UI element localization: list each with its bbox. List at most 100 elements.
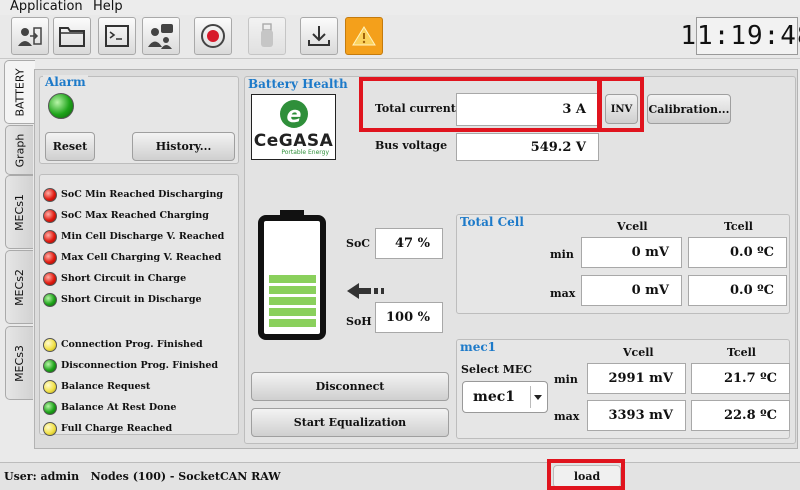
mec-min-vcell: 2991 mV	[587, 363, 686, 394]
alarm-item-label: Full Charge Reached	[61, 423, 173, 434]
total-cell-max-label: max	[550, 287, 576, 300]
folder-button[interactable]	[53, 17, 91, 55]
clock-display: 11:19:48	[680, 17, 800, 55]
status-bar: User: admin Nodes (100) - SocketCAN RAW …	[0, 462, 800, 490]
alarm-item-label: Connection Prog. Finished	[61, 339, 203, 350]
logo-text: CeGASA	[253, 131, 334, 151]
total-cell-min-vcell: 0 mV	[581, 237, 682, 268]
history-button[interactable]: History...	[132, 132, 235, 161]
tab-mecs2[interactable]: MECs2	[5, 250, 33, 324]
svg-text:e: e	[287, 103, 302, 128]
alarm-title: Alarm	[43, 75, 88, 89]
bus-voltage-value: 549.2 V	[456, 133, 599, 161]
select-mec-label: Select MEC	[461, 363, 533, 376]
total-cell-min-label: min	[550, 248, 574, 261]
total-cell-panel: Total Cell Vcell Tcell min 0 mV 0.0 ºC m…	[456, 214, 790, 314]
tab-mecs3[interactable]: MECs3	[5, 326, 33, 400]
alarm-panel: Alarm Reset History...	[39, 75, 239, 164]
reset-button[interactable]: Reset	[45, 132, 95, 161]
tab-mecs1-label: MECs1	[13, 193, 27, 231]
total-cell-max-tcell: 0.0 ºC	[688, 275, 787, 306]
chevron-down-icon	[534, 395, 542, 400]
discharge-arrow-icon	[347, 283, 384, 299]
alarm-item-label: Balance At Rest Done	[61, 402, 177, 413]
alarm-item-label: Disconnection Prog. Finished	[61, 360, 219, 371]
tab-mecs1[interactable]: MECs1	[5, 175, 33, 249]
calibration-button[interactable]: Calibration...	[647, 94, 731, 124]
battery-health-title: Battery Health	[248, 77, 348, 91]
alarm-led	[43, 209, 57, 223]
record-icon	[201, 24, 225, 48]
soh-value: 100 %	[375, 302, 443, 333]
mec-select-value: mec1	[473, 389, 515, 405]
alarm-item-label: Short Circuit in Charge	[61, 273, 187, 284]
total-cell-tcell-header: Tcell	[724, 220, 753, 233]
record-button[interactable]	[194, 17, 232, 55]
download-icon	[308, 26, 330, 46]
mec-panel: mec1 Vcell Tcell Select MEC mec1 min 299…	[456, 339, 790, 439]
warning-button[interactable]	[345, 17, 383, 55]
terminal-icon	[105, 25, 129, 47]
highlight-load-button	[547, 459, 625, 490]
tab-graph-label: Graph	[13, 133, 26, 167]
folder-icon	[59, 27, 85, 47]
tab-mecs2-label: MECs2	[13, 268, 27, 306]
mec-vcell-header: Vcell	[623, 346, 654, 359]
select-divider	[530, 386, 531, 408]
highlight-total-current	[359, 77, 602, 132]
soh-label: SoH	[346, 315, 372, 328]
alarm-item-label: Short Circuit in Discharge	[61, 294, 202, 305]
disconnect-button[interactable]: Disconnect	[251, 372, 449, 401]
usb-icon	[261, 23, 273, 47]
menu-bar: Application Help	[0, 0, 800, 15]
alarm-led	[43, 359, 57, 373]
mec-max-label: max	[554, 410, 580, 423]
alarm-item-label: Max Cell Charging V. Reached	[61, 252, 222, 263]
alarm-item-label: SoC Min Reached Discharging	[61, 189, 224, 200]
soc-value: 47 %	[375, 228, 443, 259]
logo-subtext: Portable Energy	[281, 149, 329, 156]
menu-application[interactable]: Application	[10, 0, 83, 14]
alarm-led	[43, 230, 57, 244]
terminal-button[interactable]	[98, 17, 136, 55]
status-text: User: admin Nodes (100) - SocketCAN RAW	[4, 470, 281, 483]
total-cell-max-vcell: 0 mV	[581, 275, 682, 306]
soc-label: SoC	[346, 237, 371, 250]
alarm-led	[43, 380, 57, 394]
tab-battery-label: BATTERY	[13, 67, 27, 117]
alarm-led	[43, 338, 57, 352]
battery-level-icon	[258, 210, 326, 340]
total-cell-vcell-header: Vcell	[617, 220, 648, 233]
mec-title: mec1	[460, 340, 496, 354]
alarm-item-label: SoC Max Reached Charging	[61, 210, 209, 221]
tab-battery[interactable]: BATTERY	[4, 60, 35, 124]
mec-min-label: min	[554, 373, 578, 386]
download-button[interactable]	[300, 17, 338, 55]
menu-help[interactable]: Help	[93, 0, 123, 14]
alarm-led	[43, 272, 57, 286]
cegasa-logo: e CeGASA Portable Energy	[251, 94, 336, 160]
alarm-item-label: Balance Request	[61, 381, 151, 392]
alarm-led	[43, 293, 57, 307]
alarm-led	[43, 251, 57, 265]
tab-graph[interactable]: Graph	[5, 125, 33, 175]
alarm-led	[43, 188, 57, 202]
user-login-icon	[18, 27, 42, 46]
usb-button[interactable]	[248, 17, 286, 55]
alarm-status-led	[48, 93, 74, 119]
total-cell-min-tcell: 0.0 ºC	[688, 237, 787, 268]
highlight-inv-button	[597, 77, 644, 132]
alarm-led	[43, 401, 57, 415]
warning-icon	[352, 26, 376, 46]
toolbar: 11:19:48	[0, 15, 800, 59]
users-chat-icon	[148, 24, 173, 49]
mec-min-tcell: 21.7 ºC	[691, 363, 790, 394]
mec-max-tcell: 22.8 ºC	[691, 400, 790, 431]
start-equalization-button[interactable]: Start Equalization	[251, 408, 449, 437]
cegasa-e-icon: e	[280, 100, 308, 128]
app-window: Application Help 11:19:4 BATTERY Graph M…	[0, 0, 800, 490]
login-button[interactable]	[11, 17, 49, 55]
mec-select[interactable]: mec1	[462, 381, 548, 413]
users-button[interactable]	[142, 17, 180, 55]
alarm-led	[43, 422, 57, 436]
